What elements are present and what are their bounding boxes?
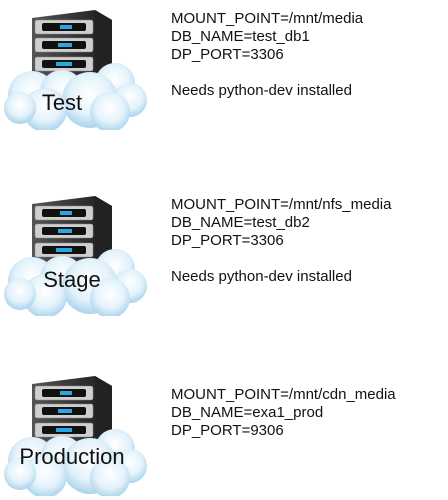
server-cloud-icon bbox=[3, 195, 148, 316]
environment-config: MOUNT_POINT=/mnt/nfs_media DB_NAME=test_… bbox=[171, 196, 391, 286]
environment-test: Test MOUNT_POINT=/mnt/media DB_NAME=test… bbox=[0, 0, 448, 130]
note: Needs python-dev installed bbox=[171, 268, 352, 285]
db-name: DB_NAME=exa1_prod bbox=[171, 404, 324, 421]
mount-point: MOUNT_POINT=/mnt/nfs_media bbox=[171, 196, 392, 213]
environment-label: Production bbox=[19, 444, 125, 469]
environment-stage: Stage MOUNT_POINT=/mnt/nfs_media DB_NAME… bbox=[0, 186, 448, 316]
note: Needs python-dev installed bbox=[171, 82, 352, 99]
environment-label: Test bbox=[41, 90, 83, 115]
mount-point: MOUNT_POINT=/mnt/cdn_media bbox=[171, 386, 396, 403]
environment-label: Stage bbox=[43, 267, 101, 292]
dp-port: DP_PORT=9306 bbox=[171, 422, 284, 439]
environment-production: Production MOUNT_POINT=/mnt/cdn_media DB… bbox=[0, 366, 448, 496]
server-cloud-icon bbox=[3, 375, 148, 496]
mount-point: MOUNT_POINT=/mnt/media bbox=[171, 10, 364, 27]
db-name: DB_NAME=test_db1 bbox=[171, 28, 310, 45]
dp-port: DP_PORT=3306 bbox=[171, 232, 284, 249]
environment-config: MOUNT_POINT=/mnt/media DB_NAME=test_db1 … bbox=[171, 10, 363, 100]
environment-config: MOUNT_POINT=/mnt/cdn_media DB_NAME=exa1_… bbox=[171, 386, 396, 440]
dp-port: DP_PORT=3306 bbox=[171, 46, 284, 63]
db-name: DB_NAME=test_db2 bbox=[171, 214, 310, 231]
